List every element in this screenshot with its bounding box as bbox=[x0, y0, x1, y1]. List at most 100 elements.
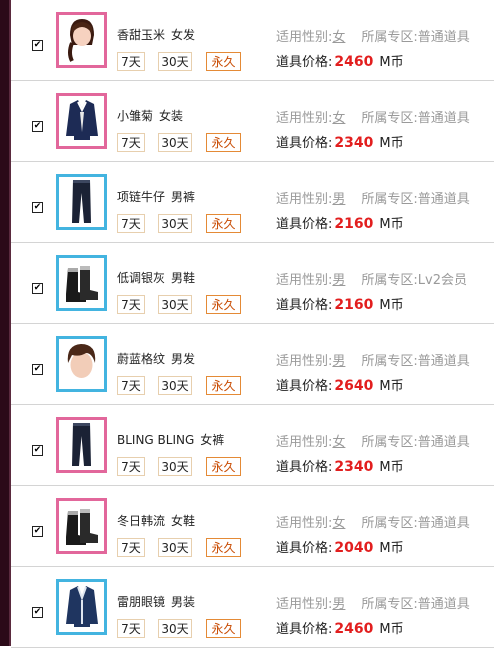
item-price: 道具价格: 2160 M币 bbox=[276, 213, 404, 232]
list-item: ✔ 香甜玉米 女发 7天 30天 永久 适用性别:女 所属专区:普通道具 道具价格: 2460 M币 bbox=[11, 0, 494, 81]
gender-value: 男 bbox=[332, 354, 346, 369]
zone-label: 所属专区: bbox=[361, 273, 418, 288]
item-name: 雷朋眼镜 bbox=[117, 595, 166, 609]
price-label: 道具价格: bbox=[276, 379, 333, 394]
duration-7-days-button[interactable]: 7天 bbox=[117, 457, 145, 476]
list-item: ✔ 冬日韩流 女鞋 7天 30天 永久 适用性别:女 所属专区:普通道具 道具价格: 2040 M币 bbox=[11, 486, 494, 567]
currency-label: M币 bbox=[379, 460, 404, 475]
item-price: 道具价格: 2460 M币 bbox=[276, 618, 404, 637]
item-title: 低调银灰 男鞋 bbox=[117, 269, 195, 286]
duration-7-days-button[interactable]: 7天 bbox=[117, 52, 145, 71]
item-thumbnail[interactable] bbox=[56, 255, 107, 311]
duration-7-days-button[interactable]: 7天 bbox=[117, 619, 145, 638]
zone-value: 普通道具 bbox=[417, 111, 470, 126]
select-checkbox[interactable]: ✔ bbox=[32, 526, 43, 537]
duration-permanent-button[interactable]: 永久 bbox=[206, 376, 241, 395]
price-label: 道具价格: bbox=[276, 217, 333, 232]
currency-label: M币 bbox=[379, 55, 404, 70]
gender-value: 女 bbox=[332, 516, 346, 531]
duration-7-days-button[interactable]: 7天 bbox=[117, 214, 145, 233]
item-thumbnail[interactable] bbox=[56, 174, 107, 230]
list-item: ✔ 项链牛仔 男裤 7天 30天 永久 适用性别:男 所属专区:普通道具 道具价格: 2160 M币 bbox=[11, 162, 494, 243]
duration-30-days-button[interactable]: 30天 bbox=[158, 538, 192, 557]
duration-30-days-button[interactable]: 30天 bbox=[158, 457, 192, 476]
item-price: 道具价格: 2340 M币 bbox=[276, 456, 404, 475]
list-item: ✔ 雷朋眼镜 男装 7天 30天 永久 适用性别:男 所属专区:普通道具 道具价格: 2460 M币 bbox=[11, 567, 494, 648]
item-meta: 适用性别:男 所属专区:Lv2会员 bbox=[276, 269, 467, 288]
item-thumbnail[interactable] bbox=[56, 336, 107, 392]
zone-label: 所属专区: bbox=[361, 597, 418, 612]
item-meta: 适用性别:男 所属专区:普通道具 bbox=[276, 593, 470, 612]
select-checkbox[interactable]: ✔ bbox=[32, 283, 43, 294]
price-value: 2340 bbox=[334, 135, 374, 151]
item-name: 香甜玉米 bbox=[117, 28, 166, 42]
duration-30-days-button[interactable]: 30天 bbox=[158, 619, 192, 638]
item-name: 蔚蓝格纹 bbox=[117, 352, 166, 366]
boots-icon bbox=[60, 258, 103, 309]
duration-30-days-button[interactable]: 30天 bbox=[158, 214, 192, 233]
duration-30-days-button[interactable]: 30天 bbox=[158, 133, 192, 152]
item-price: 道具价格: 2040 M币 bbox=[276, 537, 404, 556]
item-thumbnail[interactable] bbox=[56, 12, 107, 68]
item-thumbnail[interactable] bbox=[56, 93, 107, 149]
item-name: 小雏菊 bbox=[117, 109, 154, 123]
duration-7-days-button[interactable]: 7天 bbox=[117, 295, 145, 314]
gender-value: 女 bbox=[332, 111, 346, 126]
zone-label: 所属专区: bbox=[361, 435, 418, 450]
item-type: 男裤 bbox=[171, 190, 196, 204]
zone-value: 普通道具 bbox=[417, 516, 470, 531]
zone-value: 普通道具 bbox=[417, 435, 470, 450]
select-checkbox[interactable]: ✔ bbox=[32, 121, 43, 132]
zone-value: 普通道具 bbox=[417, 354, 470, 369]
item-thumbnail[interactable] bbox=[56, 579, 107, 635]
duration-permanent-button[interactable]: 永久 bbox=[206, 133, 241, 152]
item-name: BLING BLING bbox=[117, 433, 195, 447]
price-value: 2340 bbox=[334, 459, 374, 475]
duration-7-days-button[interactable]: 7天 bbox=[117, 538, 145, 557]
zone-value: Lv2会员 bbox=[417, 273, 468, 288]
gender-value: 男 bbox=[332, 192, 346, 207]
zone-label: 所属专区: bbox=[361, 354, 418, 369]
select-checkbox[interactable]: ✔ bbox=[32, 445, 43, 456]
item-name: 冬日韩流 bbox=[117, 514, 166, 528]
price-value: 2160 bbox=[334, 216, 374, 232]
list-item: ✔ BLING BLING 女裤 7天 30天 永久 适用性别:女 所属专区:普通道具 道具价格… bbox=[11, 405, 494, 486]
duration-permanent-button[interactable]: 永久 bbox=[206, 538, 241, 557]
list-item: ✔ 低调银灰 男鞋 7天 30天 永久 适用性别:男 所属专区:Lv2会员 道具价格: 2160 M… bbox=[11, 243, 494, 324]
item-meta: 适用性别:女 所属专区:普通道具 bbox=[276, 512, 470, 531]
duration-30-days-button[interactable]: 30天 bbox=[158, 376, 192, 395]
select-checkbox[interactable]: ✔ bbox=[32, 364, 43, 375]
duration-permanent-button[interactable]: 永久 bbox=[206, 619, 241, 638]
gender-value: 女 bbox=[332, 435, 346, 450]
item-title: 香甜玉米 女发 bbox=[117, 26, 195, 43]
duration-7-days-button[interactable]: 7天 bbox=[117, 133, 145, 152]
currency-label: M币 bbox=[379, 298, 404, 313]
item-thumbnail[interactable] bbox=[56, 498, 107, 554]
select-checkbox[interactable]: ✔ bbox=[32, 607, 43, 618]
duration-30-days-button[interactable]: 30天 bbox=[158, 295, 192, 314]
duration-7-days-button[interactable]: 7天 bbox=[117, 376, 145, 395]
duration-permanent-button[interactable]: 永久 bbox=[206, 214, 241, 233]
item-type: 男发 bbox=[171, 352, 196, 366]
item-title: 小雏菊 女装 bbox=[117, 107, 183, 124]
zone-label: 所属专区: bbox=[361, 192, 418, 207]
duration-permanent-button[interactable]: 永久 bbox=[206, 295, 241, 314]
item-type: 女裤 bbox=[200, 433, 225, 447]
price-label: 道具价格: bbox=[276, 541, 333, 556]
item-type: 男鞋 bbox=[171, 271, 196, 285]
price-value: 2460 bbox=[334, 621, 374, 637]
select-checkbox[interactable]: ✔ bbox=[32, 40, 43, 51]
currency-label: M币 bbox=[379, 541, 404, 556]
item-type: 女装 bbox=[159, 109, 184, 123]
list-item: ✔ 蔚蓝格纹 男发 7天 30天 永久 适用性别:男 所属专区:普通道具 道具价格: 2640 M币 bbox=[11, 324, 494, 405]
item-title: BLING BLING 女裤 bbox=[117, 431, 224, 448]
item-title: 蔚蓝格纹 男发 bbox=[117, 350, 195, 367]
item-thumbnail[interactable] bbox=[56, 417, 107, 473]
duration-permanent-button[interactable]: 永久 bbox=[206, 52, 241, 71]
price-value: 2640 bbox=[334, 378, 374, 394]
duration-30-days-button[interactable]: 30天 bbox=[158, 52, 192, 71]
duration-permanent-button[interactable]: 永久 bbox=[206, 457, 241, 476]
currency-label: M币 bbox=[379, 622, 404, 637]
select-checkbox[interactable]: ✔ bbox=[32, 202, 43, 213]
gender-label: 适用性别: bbox=[276, 435, 333, 450]
